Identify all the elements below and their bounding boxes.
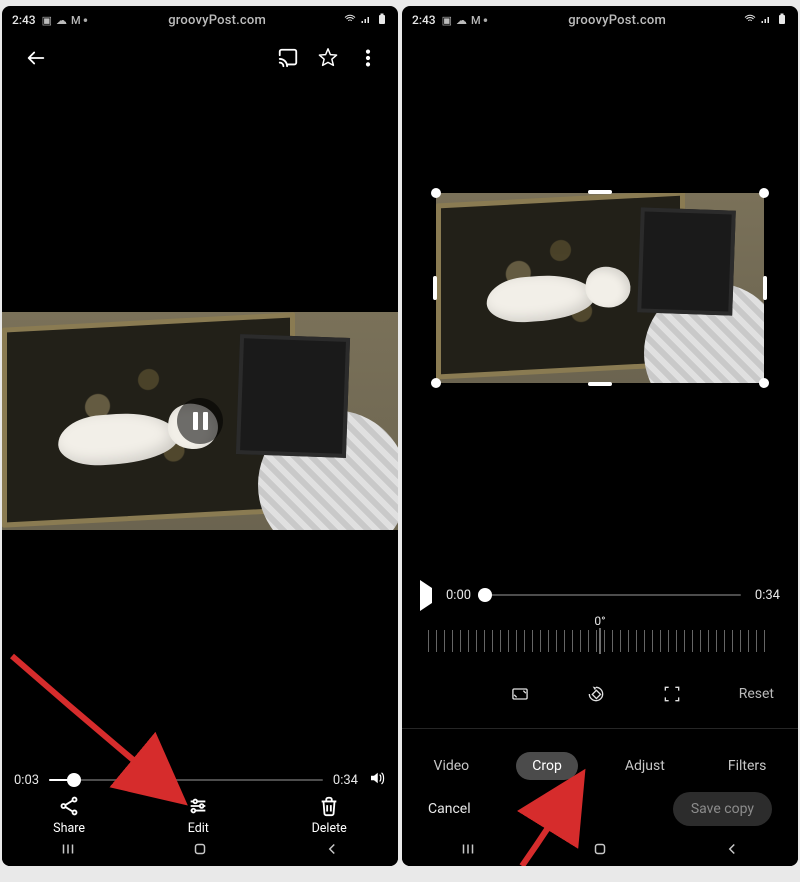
tab-video[interactable]: Video — [418, 752, 486, 780]
crop-tools: Reset — [420, 674, 780, 714]
mail-icon: M — [471, 14, 481, 27]
edit-label: Edit — [188, 821, 209, 836]
favorite-button[interactable] — [308, 38, 348, 78]
viewer-actions: Share Edit Delete — [2, 780, 398, 836]
back-nav-icon[interactable] — [723, 840, 741, 862]
back-nav-icon[interactable] — [323, 840, 341, 862]
share-icon — [58, 795, 80, 817]
editor-playback: 0:00 0:34 — [420, 584, 780, 606]
aspect-ratio-icon — [510, 684, 530, 704]
rotate-icon — [586, 684, 606, 704]
picture-icon: ▣ — [42, 14, 52, 27]
crop-free-icon — [662, 684, 682, 704]
recents-nav-icon[interactable] — [459, 840, 477, 862]
status-bar: 2:43 ▣ ☁ M • groovyPost.com — [2, 6, 398, 34]
share-button[interactable]: Share — [53, 795, 85, 836]
cancel-button[interactable]: Cancel — [428, 801, 471, 817]
current-time: 0:00 — [446, 588, 471, 603]
aspect-ratio-button[interactable] — [500, 674, 540, 714]
rotation-degrees: 0° — [428, 614, 772, 628]
status-time: 2:43 — [12, 13, 36, 27]
status-left-icons: ▣ ☁ M — [442, 14, 481, 27]
rotate-button[interactable] — [576, 674, 616, 714]
trash-icon — [318, 795, 340, 817]
mail-icon: M — [71, 14, 81, 27]
status-right-icons — [744, 13, 788, 28]
wifi-icon — [344, 13, 356, 28]
home-nav-icon[interactable] — [591, 840, 609, 862]
signal-icon — [760, 13, 772, 28]
transform-button[interactable] — [652, 674, 692, 714]
video-frame — [436, 193, 764, 383]
crop-frame[interactable] — [436, 193, 764, 383]
tab-adjust[interactable]: Adjust — [609, 752, 681, 780]
viewer-topbar — [2, 34, 398, 82]
more-button[interactable] — [348, 38, 388, 78]
cast-button[interactable] — [268, 38, 308, 78]
picture-icon: ▣ — [442, 14, 452, 27]
section-divider — [402, 728, 798, 729]
play-button[interactable] — [420, 588, 432, 603]
cloud-icon: ☁ — [56, 14, 67, 27]
wifi-icon — [744, 13, 756, 28]
progress-thumb[interactable] — [478, 588, 492, 602]
save-copy-button[interactable]: Save copy — [673, 792, 772, 826]
reset-label: Reset — [739, 686, 774, 702]
tab-filters[interactable]: Filters — [712, 752, 783, 780]
status-time: 2:43 — [412, 13, 436, 27]
phone-right-editor: 2:43 ▣ ☁ M • groovyPost.com — [402, 6, 798, 866]
share-label: Share — [53, 821, 85, 836]
reset-button[interactable]: Reset — [733, 674, 780, 714]
progress-track[interactable] — [485, 594, 741, 596]
rotation-ruler[interactable] — [428, 630, 772, 652]
rotation-control[interactable]: 0° — [428, 614, 772, 662]
tab-crop[interactable]: Crop — [516, 752, 578, 780]
status-bar: 2:43 ▣ ☁ M • groovyPost.com — [402, 6, 798, 34]
status-right-icons — [344, 13, 388, 28]
cloud-icon: ☁ — [456, 14, 467, 27]
pause-button[interactable] — [177, 398, 223, 444]
status-left-icons: ▣ ☁ M — [42, 14, 81, 27]
delete-label: Delete — [312, 821, 347, 836]
editor-tabs: Video Crop Adjust Filters — [402, 746, 798, 786]
phone-left-viewer: 2:43 ▣ ☁ M • groovyPost.com — [2, 6, 398, 866]
signal-icon — [360, 13, 372, 28]
recents-nav-icon[interactable] — [59, 840, 77, 862]
battery-icon — [376, 13, 388, 28]
battery-icon — [776, 13, 788, 28]
android-nav-bar — [2, 836, 398, 866]
delete-button[interactable]: Delete — [312, 795, 347, 836]
edit-button[interactable]: Edit — [187, 795, 209, 836]
pause-icon — [193, 412, 208, 430]
edit-sliders-icon — [187, 795, 209, 817]
android-nav-bar — [402, 836, 798, 866]
dog-on-rug-illustration — [469, 267, 622, 339]
play-icon — [420, 580, 432, 611]
editor-bottom-bar: Cancel Save copy — [402, 782, 798, 836]
total-time: 0:34 — [755, 588, 780, 603]
home-nav-icon[interactable] — [191, 840, 209, 862]
watermark-text: groovyPost.com — [490, 13, 744, 28]
video-frame[interactable] — [2, 312, 398, 530]
watermark-text: groovyPost.com — [90, 13, 344, 28]
back-button[interactable] — [16, 38, 56, 78]
